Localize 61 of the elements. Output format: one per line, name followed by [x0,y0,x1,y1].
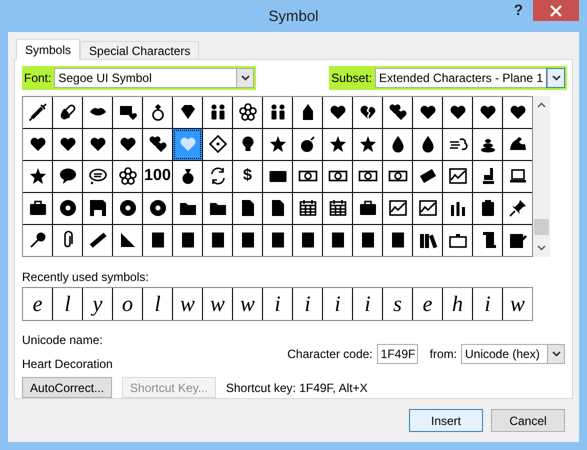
hearts-icon [148,134,168,154]
flower-icon [238,102,258,122]
character-code-label: Character code: [287,346,373,361]
round-pin-icon [28,230,48,250]
star-icon [328,134,348,154]
calendar-icon [328,198,348,218]
recent-symbol[interactable]: i [274,292,281,315]
star-icon [268,134,288,154]
window-title: Symbol [268,8,319,24]
insert-button[interactable]: Insert [409,409,483,432]
help-button[interactable]: ? [510,2,527,19]
unicode-name-label: Unicode name: [22,332,104,347]
dropdown-button[interactable] [547,69,564,88]
symbol-cell: $ [233,160,262,192]
symbol-cell: 100 [143,160,172,192]
selected-cell[interactable] [173,128,202,160]
chevron-down-icon [552,350,560,357]
diamond-icon [208,134,228,154]
unicode-name-value: Heart Decoration [22,357,113,372]
subset-dropdown[interactable]: Extended Characters - Plane 1 [375,68,565,88]
thought-bubble-icon [88,166,108,186]
chart-icon [448,166,468,186]
recently-used-label: Recently used symbols: [22,270,150,284]
dropdown-button[interactable] [547,344,564,363]
chevron-down-icon[interactable] [537,244,546,251]
star-icon [28,166,48,186]
ruler-icon [88,230,108,250]
autocorrect-button[interactable]: AutoCorrect... [22,377,112,398]
tab[interactable]: Symbols [16,39,80,60]
chart-icon [418,198,438,218]
dropdown-button[interactable] [236,69,254,88]
font-dropdown[interactable]: Segoe UI Symbol [54,68,254,88]
close-button[interactable] [533,0,579,21]
chevron-down-icon [240,75,250,82]
calendar-icon [298,198,318,218]
pushpin-icon [508,198,528,218]
star-icon [358,134,378,154]
from-label: from: [430,346,457,361]
font-label: Font: [24,71,52,86]
hearts-icon [388,102,408,122]
flower-icon [118,166,138,186]
speech-bubble-icon [58,166,78,186]
recent-symbol[interactable]: l [64,292,71,315]
scroll-thumb[interactable] [534,218,549,235]
tab[interactable]: Special Characters [80,41,200,59]
recent-symbol[interactable]: i [334,292,341,315]
recent-symbol[interactable]: i [304,292,311,315]
subset-label: Subset: [331,71,372,86]
recent-symbol[interactable]: i [484,292,491,315]
shortcut-key-text: Shortcut key: 1F49F, Alt+X [226,380,368,395]
character-code-field[interactable]: 1F49F [376,344,418,364]
chevron-up-icon[interactable] [537,102,546,108]
chart-icon [388,198,408,218]
chevron-down-icon [552,75,560,82]
from-dropdown[interactable]: Unicode (hex) [461,344,565,364]
scrollbar[interactable] [533,96,550,257]
close-icon [550,4,562,16]
recent-symbol[interactable]: l [154,292,161,315]
recent-symbol[interactable]: i [364,292,371,315]
syringe-icon [28,102,48,122]
cancel-button[interactable]: Cancel [491,409,565,432]
